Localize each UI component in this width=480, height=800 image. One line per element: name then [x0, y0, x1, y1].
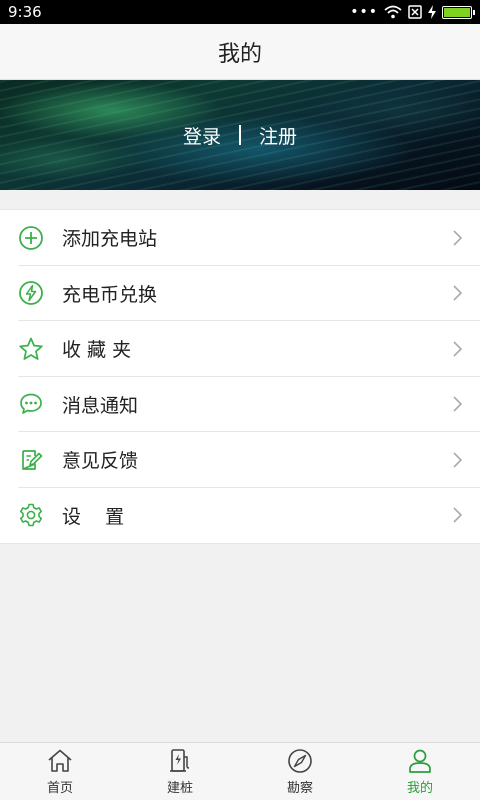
tab-mine[interactable]: 我的	[360, 743, 480, 800]
chevron-right-icon	[453, 285, 462, 301]
chevron-right-icon	[453, 452, 462, 468]
add-circle-icon	[18, 225, 44, 251]
settings-menu: 添加充电站 充电币兑换 收 藏 夹 消息通知 意见反馈 设 置	[0, 209, 480, 544]
compass-icon	[288, 749, 312, 773]
menu-item-label: 收 藏 夹	[62, 339, 132, 362]
profile-banner: 登录 注册	[0, 80, 480, 190]
page-title: 我的	[217, 41, 262, 67]
menu-item-notifications[interactable]: 消息通知	[0, 377, 480, 432]
home-icon	[48, 749, 72, 772]
menu-item-settings[interactable]: 设 置	[0, 488, 480, 544]
battery-icon	[442, 5, 475, 19]
star-icon	[18, 336, 44, 362]
menu-item-favorites[interactable]: 收 藏 夹	[0, 321, 480, 377]
bottom-tab-bar: 首页 建桩 勘察 我的	[0, 742, 480, 800]
charging-pile-icon	[170, 749, 190, 772]
menu-item-coin-exchange[interactable]: 充电币兑换	[0, 266, 480, 321]
register-link[interactable]: 注册	[259, 122, 297, 149]
menu-item-label: 设 置	[62, 505, 125, 528]
charging-icon	[428, 5, 436, 19]
tab-label: 我的	[406, 781, 433, 796]
status-icons: •••	[350, 4, 475, 20]
wifi-icon	[384, 5, 402, 19]
status-time: 9:36	[8, 3, 42, 21]
auth-divider	[239, 125, 241, 145]
login-link[interactable]: 登录	[183, 122, 221, 149]
gear-icon	[18, 502, 44, 528]
tab-label: 建桩	[166, 781, 193, 796]
chevron-right-icon	[453, 507, 462, 523]
chevron-right-icon	[453, 341, 462, 357]
chevron-right-icon	[453, 230, 462, 246]
feedback-edit-icon	[18, 447, 44, 473]
tab-survey[interactable]: 勘察	[240, 743, 360, 800]
menu-item-label: 消息通知	[62, 394, 139, 417]
no-sim-icon	[408, 5, 422, 19]
person-icon	[409, 749, 431, 773]
menu-item-feedback[interactable]: 意见反馈	[0, 432, 480, 488]
more-dots: •••	[350, 4, 378, 20]
chevron-right-icon	[453, 396, 462, 412]
tab-label: 勘察	[286, 781, 313, 796]
page-title-bar: 我的	[0, 24, 480, 80]
auth-row: 登录 注册	[0, 80, 480, 190]
status-bar: 9:36 •••	[0, 0, 480, 24]
tab-label: 首页	[46, 781, 73, 796]
tab-home[interactable]: 首页	[0, 743, 120, 800]
menu-item-label: 充电币兑换	[62, 283, 158, 306]
menu-item-label: 添加充电站	[62, 228, 158, 251]
menu-item-label: 意见反馈	[62, 450, 139, 473]
menu-item-add-station[interactable]: 添加充电站	[0, 210, 480, 266]
lightning-circle-icon	[18, 280, 44, 306]
tab-build-pile[interactable]: 建桩	[120, 743, 240, 800]
chat-bubble-icon	[18, 391, 44, 417]
